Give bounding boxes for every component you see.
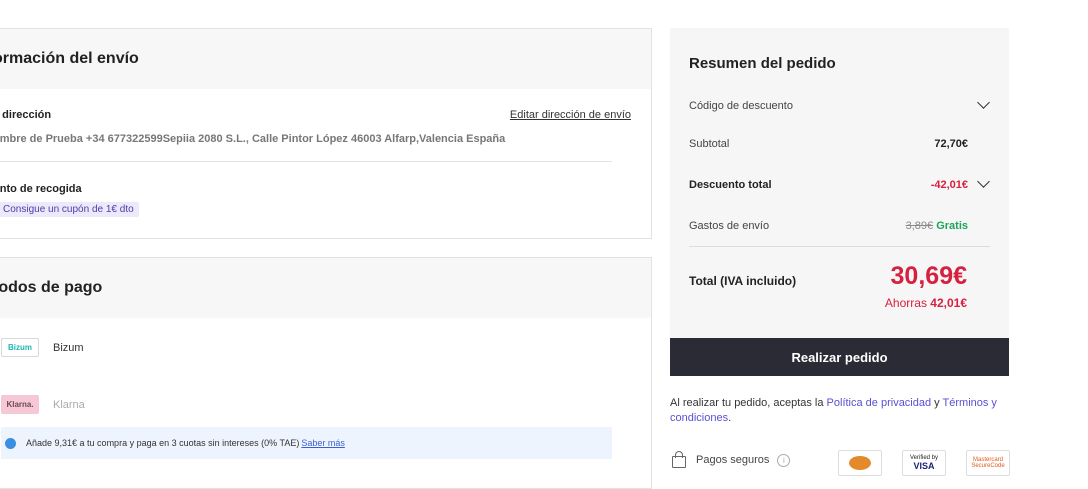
total-value: 30,69€ bbox=[890, 262, 967, 290]
savings-label: Ahorras bbox=[884, 296, 927, 310]
terms-and: y bbox=[934, 397, 940, 409]
payment-card-header: todos de pago bbox=[0, 258, 651, 318]
shipping-free-label: Gratis bbox=[936, 220, 968, 232]
coupon-badge: Consigue un cupón de 1€ dto bbox=[0, 202, 139, 217]
address-row: li dirección Editar dirección de envío o… bbox=[0, 109, 631, 145]
discount-code-label: Código de descuento bbox=[689, 100, 793, 112]
discount-total-value: -42,01€ bbox=[930, 179, 968, 191]
terms-prefix: Al realizar tu pedido, aceptas la bbox=[670, 397, 824, 409]
payment-title: todos de pago bbox=[0, 279, 103, 296]
secure-payments: Pagos seguros i bbox=[670, 451, 791, 468]
edit-address-link[interactable]: Editar dirección de envío bbox=[510, 109, 631, 121]
payment-option-label: Klarna bbox=[53, 398, 85, 411]
privacy-policy-link[interactable]: Política de privacidad bbox=[827, 397, 932, 409]
payment-methods-card: todos de pago Bizum Bizum Klarna. Klarna… bbox=[0, 257, 652, 489]
visa-badge-mark: VISA bbox=[913, 461, 935, 471]
terms-text: Al realizar tu pedido, aceptas la Políti… bbox=[670, 396, 1015, 426]
info-icon[interactable]: i bbox=[777, 453, 791, 467]
chevron-down-icon[interactable] bbox=[977, 96, 990, 109]
discount-code-row[interactable]: Código de descuento bbox=[689, 96, 990, 112]
shipping-cost-values: 3,89€ Gratis bbox=[906, 220, 968, 232]
subtotal-value: 72,70€ bbox=[934, 138, 968, 150]
chevron-down-icon[interactable] bbox=[977, 175, 990, 188]
security-seal-icon bbox=[838, 450, 882, 476]
secure-label: Pagos seguros bbox=[696, 454, 770, 466]
discount-total-label: Descuento total bbox=[689, 179, 772, 191]
summary-title: Resumen del pedido bbox=[689, 55, 836, 72]
total-label: Total (IVA incluido) bbox=[689, 274, 797, 288]
shipping-title: ormación del envío bbox=[0, 50, 139, 67]
subtotal-label: Subtotal bbox=[689, 138, 730, 150]
subtotal-row: Subtotal 72,70€ bbox=[689, 138, 990, 150]
shipping-divider bbox=[0, 161, 612, 162]
address-text: ombre de Prueba +34 677322599Sepiia 2080… bbox=[0, 133, 506, 145]
shipping-old-price: 3,89€ bbox=[905, 220, 934, 232]
lock-icon bbox=[672, 451, 686, 468]
shipping-cost-label: Gastos de envío bbox=[689, 220, 770, 232]
klarna-info-banner: Añade 9,31€ a tu compra y paga en 3 cuot… bbox=[1, 427, 612, 459]
securecode-badge-caption: SecureCode bbox=[971, 463, 1005, 469]
klarna-info-text: Añade 9,31€ a tu compra y paga en 3 cuot… bbox=[26, 438, 300, 448]
learn-more-link[interactable]: Saber más bbox=[301, 438, 345, 448]
shipping-info-card: ormación del envío li dirección Editar d… bbox=[0, 28, 652, 239]
klarna-logo-icon: Klarna. bbox=[1, 395, 39, 414]
order-summary-panel: Resumen del pedido Código de descuento S… bbox=[670, 28, 1009, 338]
shipping-cost-row: Gastos de envío 3,89€ Gratis bbox=[689, 220, 990, 232]
discount-total-row[interactable]: Descuento total -42,01€ bbox=[689, 175, 990, 191]
shipping-card-header: ormación del envío bbox=[0, 29, 651, 89]
bizum-logo-icon: Bizum bbox=[1, 338, 39, 357]
payment-option-label: Bizum bbox=[53, 341, 84, 354]
place-order-button[interactable]: Realizar pedido bbox=[670, 338, 1009, 376]
seal-graphic bbox=[849, 456, 871, 470]
pickup-label: unto de recogida bbox=[0, 183, 82, 195]
mastercard-securecode-badge: Mastercard SecureCode bbox=[966, 450, 1010, 476]
terms-suffix: . bbox=[728, 412, 732, 424]
savings-value: 42,01€ bbox=[930, 296, 967, 310]
payment-option-bizum[interactable]: Bizum Bizum bbox=[1, 338, 84, 357]
savings-text: Ahorras 42,01€ bbox=[885, 296, 967, 310]
payment-option-klarna[interactable]: Klarna. Klarna bbox=[1, 395, 85, 414]
summary-divider bbox=[689, 246, 990, 247]
verified-by-visa-badge: Verified by VISA bbox=[902, 450, 946, 476]
info-icon bbox=[5, 437, 16, 449]
pickup-point[interactable]: unto de recogida Consigue un cupón de 1€… bbox=[0, 183, 139, 217]
